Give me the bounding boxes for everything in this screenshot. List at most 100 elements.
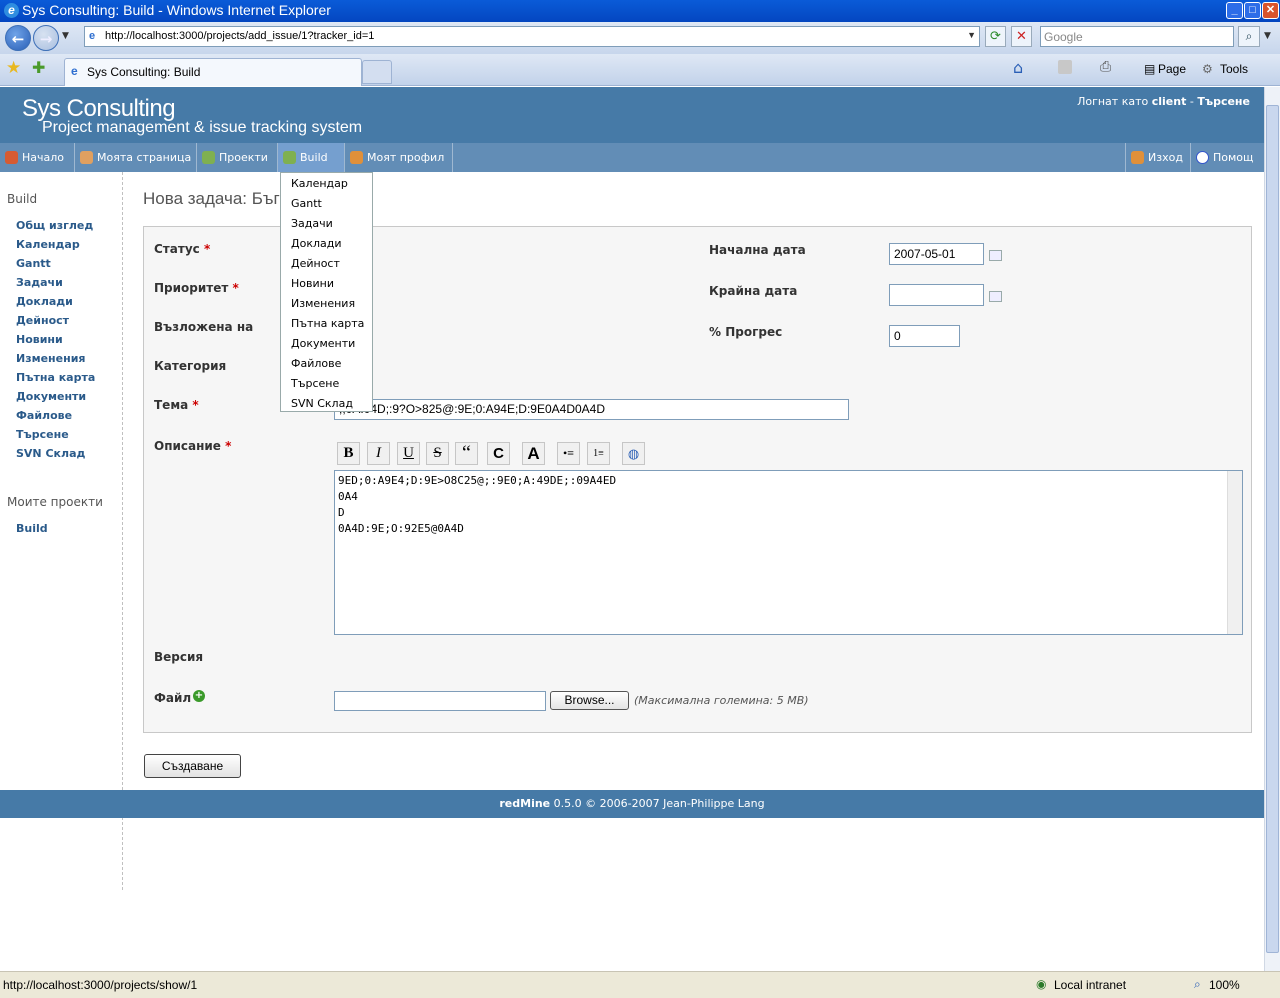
underline-button[interactable]: U xyxy=(397,442,420,465)
tools-menu[interactable]: Tools xyxy=(1220,62,1248,76)
menu-home-label: Начало xyxy=(22,151,65,164)
quote-button[interactable]: “ xyxy=(455,442,478,465)
calendar-icon[interactable] xyxy=(989,291,1002,302)
maximize-button[interactable]: □ xyxy=(1244,2,1261,19)
dropdown-item-changelog[interactable]: Изменения xyxy=(291,297,355,310)
window-titlebar: e Sys Consulting: Build - Windows Intern… xyxy=(0,0,1280,22)
menu-build[interactable]: Build xyxy=(278,143,345,172)
favorites-star-icon[interactable]: ★ xyxy=(6,58,21,78)
dropdown-item-roadmap[interactable]: Пътна карта xyxy=(291,317,364,330)
page-scrollbar[interactable] xyxy=(1264,87,1280,971)
forward-button[interactable]: → xyxy=(33,25,59,51)
search-link[interactable]: Търсене xyxy=(1197,95,1250,108)
menu-logout[interactable]: Изход xyxy=(1125,143,1191,172)
menu-mypage[interactable]: Моята страница xyxy=(75,143,197,172)
tab-page-icon: e xyxy=(71,64,78,78)
back-button[interactable]: ← xyxy=(5,25,31,51)
description-textarea[interactable]: 9ED;0:A9E4;D:9E>O8C25@;:9E0;A:49DE;:09A4… xyxy=(334,470,1243,635)
site-footer: redMine 0.5.0 © 2006-2007 Jean-Philippe … xyxy=(0,790,1264,818)
dropdown-item-gantt[interactable]: Gantt xyxy=(291,197,322,210)
sidebar-item-search[interactable]: Търсене xyxy=(16,428,69,441)
sidebar-item-gantt[interactable]: Gantt xyxy=(16,257,51,270)
sidebar-item-roadmap[interactable]: Пътна карта xyxy=(16,371,95,384)
sidebar-item-issues[interactable]: Задачи xyxy=(16,276,63,289)
my-project-build[interactable]: Build xyxy=(16,522,48,535)
page-title: Нова задача: Бъг xyxy=(143,189,280,208)
sidebar-item-overview[interactable]: Общ изглед xyxy=(16,219,93,232)
footer-text: 0.5.0 © 2006-2007 Jean-Philippe Lang xyxy=(550,797,765,810)
menu-help[interactable]: Помощ xyxy=(1191,143,1264,172)
dropdown-item-reports[interactable]: Доклади xyxy=(291,237,342,250)
create-button[interactable]: Създаване xyxy=(144,754,241,778)
sidebar-item-activity[interactable]: Дейност xyxy=(16,314,69,327)
menu-build-label: Build xyxy=(300,151,328,164)
description-label: Описание * xyxy=(154,439,231,453)
menu-home[interactable]: Начало xyxy=(0,143,75,172)
status-url: http://localhost:3000/projects/show/1 xyxy=(3,978,198,992)
dropdown-item-files[interactable]: Файлове xyxy=(291,357,341,370)
footer-app-link[interactable]: redMine xyxy=(499,797,550,810)
feeds-icon[interactable] xyxy=(1058,60,1072,74)
subject-input[interactable]: ;;0A:04D;:9?O>825@:9E;0:A94E;D:9E0A4D0A4… xyxy=(334,399,849,420)
bold-button[interactable]: B xyxy=(337,442,360,465)
address-bar[interactable]: e http://localhost:3000/projects/add_iss… xyxy=(84,26,980,47)
calendar-icon[interactable] xyxy=(989,250,1002,261)
tools-gear-icon: ⚙ xyxy=(1202,62,1213,76)
search-icon[interactable]: ⌕ xyxy=(1238,26,1260,47)
sidebar-item-reports[interactable]: Доклади xyxy=(16,295,73,308)
scrollbar-thumb[interactable] xyxy=(1266,105,1279,953)
description-label-text: Описание xyxy=(154,439,221,453)
menu-projects[interactable]: Проекти xyxy=(197,143,278,172)
dropdown-item-svn[interactable]: SVN Склад xyxy=(291,397,353,410)
dropdown-item-activity[interactable]: Дейност xyxy=(291,257,340,270)
address-toolbar: ← → ▼ e http://localhost:3000/projects/a… xyxy=(0,22,1280,54)
dropdown-item-news[interactable]: Новини xyxy=(291,277,334,290)
new-tab-button[interactable] xyxy=(362,60,392,84)
zoom-level[interactable]: 100% xyxy=(1209,978,1240,992)
refresh-icon[interactable]: ⟳ xyxy=(985,26,1006,47)
login-user[interactable]: client xyxy=(1152,95,1187,108)
sidebar-item-changelog[interactable]: Изменения xyxy=(16,352,85,365)
unordered-list-icon[interactable]: •≡ xyxy=(557,442,580,465)
tab-title: Sys Consulting: Build xyxy=(87,65,201,79)
dropdown-item-documents[interactable]: Документи xyxy=(291,337,355,350)
search-options-icon[interactable]: ▼ xyxy=(1264,31,1271,41)
strike-button[interactable]: S xyxy=(426,442,449,465)
dropdown-item-issues[interactable]: Задачи xyxy=(291,217,333,230)
start-date-input[interactable]: 2007-05-01 xyxy=(889,243,984,265)
menu-myaccount[interactable]: Моят профил xyxy=(345,143,453,172)
dropdown-item-search[interactable]: Търсене xyxy=(291,377,339,390)
done-ratio-input[interactable]: 0 xyxy=(889,325,960,347)
minimize-button[interactable]: _ xyxy=(1226,2,1243,19)
search-input[interactable]: Google xyxy=(1040,26,1234,47)
sidebar-item-files[interactable]: Файлове xyxy=(16,409,72,422)
close-window-button[interactable]: ✕ xyxy=(1262,2,1279,19)
due-date-input[interactable] xyxy=(889,284,984,306)
add-file-icon[interactable]: + xyxy=(193,690,205,702)
italic-button[interactable]: I xyxy=(367,442,390,465)
sidebar-item-documents[interactable]: Документи xyxy=(16,390,86,403)
description-line: 9ED;0:A9E4;D:9E>O8C25@;:9E0;A:49DE;:09A4… xyxy=(338,474,617,487)
add-favorites-icon[interactable]: ✚ xyxy=(32,58,45,77)
priority-label: Приоритет * xyxy=(154,281,239,295)
status-label: Статус * xyxy=(154,242,210,256)
description-line: D xyxy=(338,506,345,519)
help-globe-icon[interactable]: ◍ xyxy=(622,442,645,465)
ordered-list-icon[interactable]: 1≡ xyxy=(587,442,610,465)
address-dropdown-icon[interactable]: ▼ xyxy=(967,30,976,40)
textarea-scrollbar[interactable] xyxy=(1227,471,1242,634)
print-icon[interactable]: ⎙ xyxy=(1100,59,1111,75)
history-dropdown-icon[interactable]: ▼ xyxy=(62,31,69,41)
sidebar-item-svn[interactable]: SVN Склад xyxy=(16,447,85,460)
page-menu[interactable]: Page xyxy=(1158,62,1186,76)
browse-button[interactable]: Browse... xyxy=(550,691,629,710)
sidebar-item-calendar[interactable]: Календар xyxy=(16,238,80,251)
tab-current[interactable]: e Sys Consulting: Build xyxy=(64,58,362,86)
sidebar-item-news[interactable]: Новини xyxy=(16,333,63,346)
code-button[interactable]: C xyxy=(487,442,510,465)
heading-button[interactable]: A xyxy=(522,442,545,465)
file-path-input[interactable] xyxy=(334,691,546,711)
home-icon[interactable]: ⌂ xyxy=(1013,58,1023,77)
dropdown-item-calendar[interactable]: Календар xyxy=(291,177,348,190)
stop-icon[interactable]: ✕ xyxy=(1011,26,1032,47)
